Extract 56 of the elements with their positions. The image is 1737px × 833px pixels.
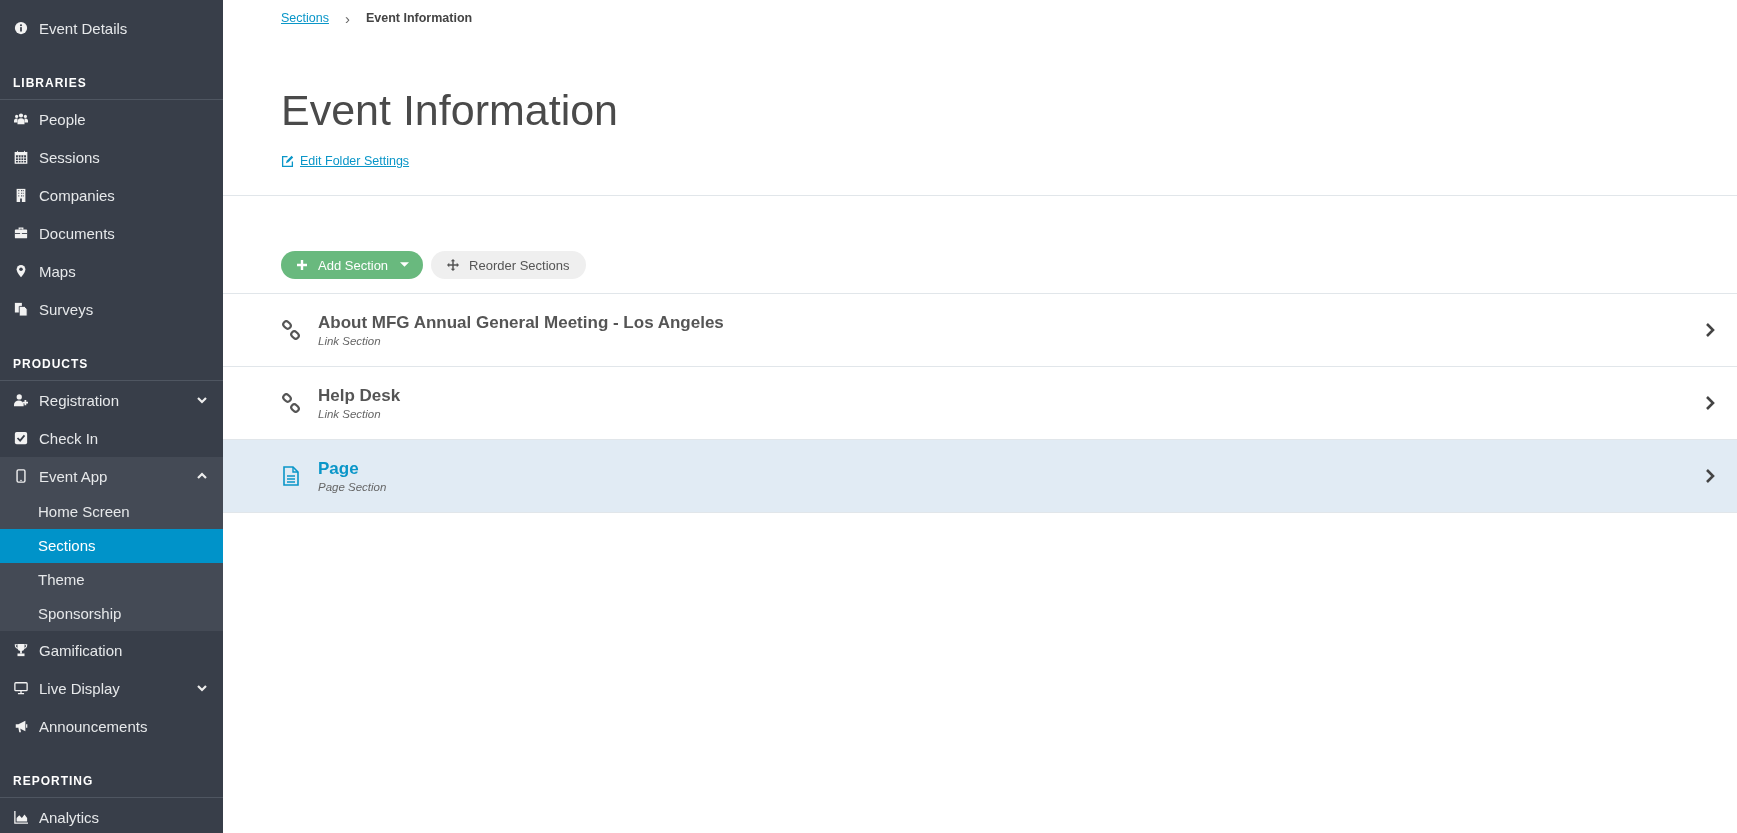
checkbox-icon [14,431,28,445]
sidebar-item[interactable]: Documents [0,214,223,252]
reorder-sections-button[interactable]: Reorder Sections [431,251,586,280]
megaphone-icon [14,719,28,733]
sidebar-item[interactable]: Analytics [0,798,223,833]
sidebar-item[interactable]: Event Details [0,9,223,47]
link-icon [281,393,301,414]
chevron-right-icon[interactable] [1705,323,1715,338]
documents-icon [14,302,28,316]
section-type: Page Section [318,481,387,494]
sidebar-item[interactable]: Check In [0,419,223,457]
sidebar-item[interactable]: Gamification [0,631,223,669]
breadcrumb-link[interactable]: Sections [281,11,329,25]
sidebar-item[interactable]: Registration [0,381,223,419]
edit-icon[interactable] [281,154,294,168]
chevron-down-icon[interactable] [196,682,208,694]
section-title: Help Desk [318,386,401,407]
map-pin-icon [14,264,28,278]
section-type: Link Section [318,408,381,421]
sidebar-item[interactable]: Announcements [0,707,223,745]
sidebar-item[interactable]: Live Display [0,669,223,707]
page-title: Event Information [281,87,619,135]
document-icon [281,466,301,487]
caret-icon [400,262,410,269]
sidebar-item[interactable]: Companies [0,176,223,214]
chevron-right-icon[interactable] [1705,469,1715,484]
people-icon [14,112,28,126]
plus-icon [296,259,308,272]
sidebar-item[interactable]: Event App [0,457,223,495]
sidebar-item[interactable]: Sessions [0,138,223,176]
trophy-icon [14,643,28,657]
sidebar-subitem[interactable]: Theme [0,563,223,597]
section-row[interactable]: About MFG Annual General Meeting - Los Angeles Link Section [223,293,1737,367]
link-icon [281,320,301,341]
chevron-right-icon[interactable] [1705,396,1715,411]
info-icon [14,21,28,35]
breadcrumb-separator: › [344,9,350,27]
section-type: Link Section [318,335,381,348]
sidebar-item[interactable]: People [0,100,223,138]
move-icon [447,259,460,272]
breadcrumb-current: Event Information [365,11,473,25]
calendar-icon [14,150,28,164]
phone-icon [14,469,28,483]
briefcase-icon [14,226,28,240]
section-row[interactable]: Page Page Section [223,439,1737,514]
building-icon [14,188,28,202]
sidebar-subitem[interactable]: Sponsorship [0,597,223,631]
section-title: About MFG Annual General Meeting - Los Angeles [318,313,724,334]
user-plus-icon [14,393,28,407]
sidebar-subitem[interactable]: Home Screen [0,495,223,529]
section-title: Page [318,459,359,480]
chevron-down-icon[interactable] [196,394,208,406]
sidebar-item[interactable]: Maps [0,252,223,290]
monitor-icon [14,681,28,695]
area-chart-icon [14,810,28,824]
sidebar-item[interactable]: Surveys [0,290,223,328]
